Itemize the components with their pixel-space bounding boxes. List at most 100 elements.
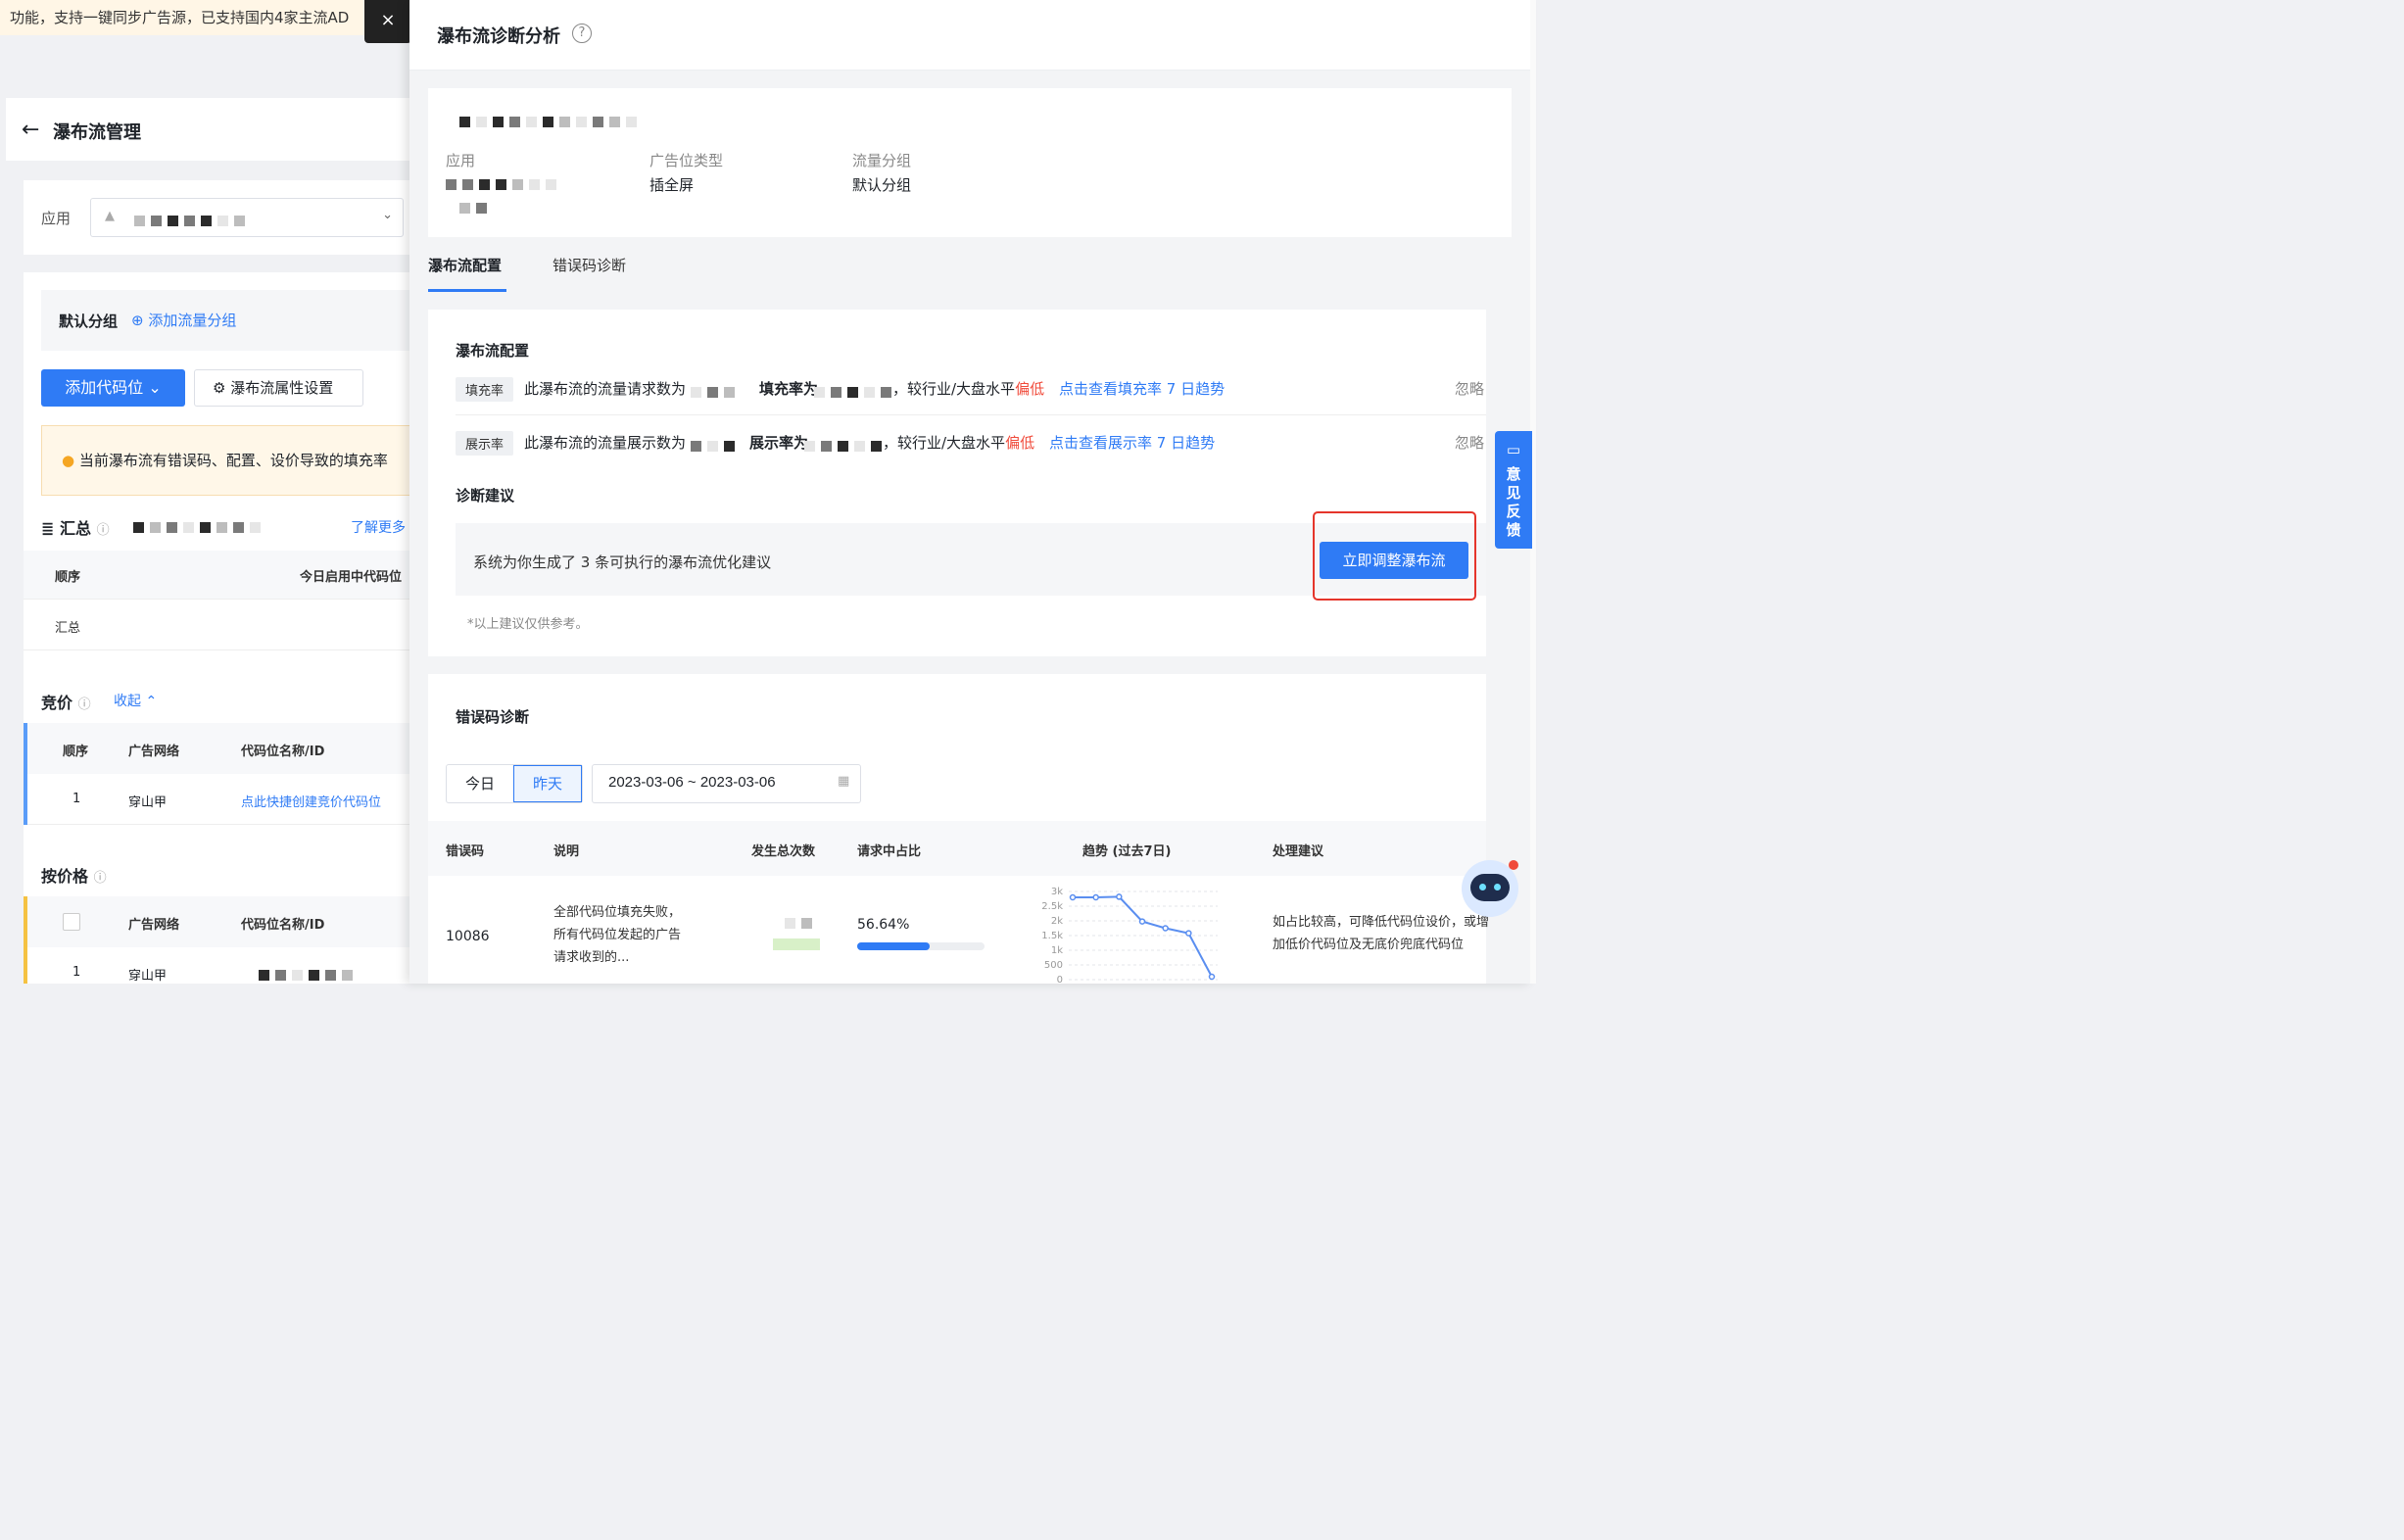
pricing-label: 按价格 <box>41 867 89 886</box>
bidding-table-header: 顺序 广告网络 代码位名称/ID <box>27 723 411 774</box>
warning-alert: ● 当前瀑布流有错误码、配置、设价导致的填充率 <box>41 425 411 496</box>
create-bidding-code-link[interactable]: 点此快捷创建竞价代码位 <box>241 792 381 810</box>
banner-close-button[interactable]: × <box>364 0 411 43</box>
fill-compare-text: ，较行业/大盘水平偏低 <box>892 378 1044 399</box>
fill-request-text: 此瀑布流的流量请求数为 <box>524 380 687 398</box>
waterfall-info-card: 应用 广告位类型 插全屏 流量分组 默认分组 <box>428 88 1512 237</box>
fill-rate-row: 填充率 此瀑布流的流量请求数为 填充率为 ，较行业/大盘水平偏低 点击查看填充率… <box>456 374 1486 415</box>
table-row: 10086 全部代码位填充失败，所有代码位发起的广告请求收到的... 56.64… <box>428 876 1489 984</box>
trend-point <box>1116 893 1123 900</box>
help-icon[interactable]: ⓘ <box>94 871 107 886</box>
error-code: 10086 <box>446 929 490 944</box>
redacted-app-id <box>459 200 493 216</box>
help-icon[interactable]: ? <box>572 24 592 43</box>
waterfall-settings-button[interactable]: ⚙ 瀑布流属性设置 <box>194 369 363 407</box>
show-trend-link[interactable]: 点击查看展示率 7 日趋势 <box>1049 432 1215 453</box>
advice-title: 诊断建议 <box>456 487 515 505</box>
add-group-label: 添加流量分组 <box>148 312 237 329</box>
pricing-table: 广告网络 代码位名称/ID 1 穿山甲 <box>24 896 411 984</box>
calendar-icon: ▦ <box>838 774 850 789</box>
page-title: 瀑布流管理 <box>53 122 141 143</box>
date-range-picker[interactable]: 2023-03-06 ~ 2023-03-06 ▦ <box>592 764 861 803</box>
tab-label: 瀑布流配置 <box>428 257 503 274</box>
chevron-down-icon: ⌄ <box>382 208 393 222</box>
select-all-checkbox[interactable] <box>63 913 80 931</box>
learn-more-link[interactable]: 了解更多 <box>351 517 406 537</box>
add-group-link[interactable]: ⊕ 添加流量分组 <box>131 310 236 330</box>
drawer-title: 瀑布流诊断分析 <box>437 26 560 47</box>
redacted-app-name <box>134 213 251 228</box>
drawer-header: 瀑布流诊断分析 ? <box>409 0 1532 71</box>
database-icon: ≣ <box>41 519 55 538</box>
tab-waterfall-config[interactable]: 瀑布流配置 <box>428 253 526 292</box>
adjust-waterfall-button[interactable]: 立即调整瀑布流 <box>1320 542 1468 579</box>
waterfall-card: 默认分组 ⊕ 添加流量分组 添加代码位 ⌄ ⚙ 瀑布流属性设置 ● 当前瀑布流有… <box>24 272 411 984</box>
redacted-count <box>785 915 818 931</box>
table-row: 汇总 <box>24 600 411 650</box>
background-page: 功能，支持一键同步广告源，已支持国内4家主流AD × ← 瀑布流管理 应用 ▲ … <box>0 0 411 984</box>
info-group-value: 默认分组 <box>852 176 912 194</box>
show-rate-tag: 展示率 <box>456 431 514 456</box>
date-today-button[interactable]: 今日 <box>447 765 513 802</box>
gear-icon: ⚙ <box>213 379 226 397</box>
app-select[interactable]: ▲ ⌄ <box>90 198 404 237</box>
ratio-bar-fill <box>857 942 930 950</box>
error-card: 错误码诊断 今日 昨天 2023-03-06 ~ 2023-03-06 ▦ 错误… <box>428 674 1489 984</box>
app-selector-card: 应用 ▲ ⌄ <box>24 180 411 255</box>
show-ignore-button[interactable]: 忽略 <box>1455 432 1484 453</box>
trend-tick-label: 3k <box>1051 887 1063 897</box>
redacted-app-name <box>446 176 562 192</box>
help-icon[interactable]: ⓘ <box>97 523 110 538</box>
bidding-heading: 竞价 ⓘ <box>41 690 91 713</box>
app-label: 应用 <box>41 210 72 227</box>
col-network: 广告网络 <box>128 745 180 759</box>
col-order: 顺序 <box>63 745 89 759</box>
add-code-button[interactable]: 添加代码位 ⌄ <box>41 369 185 407</box>
info-ad-type-value: 插全屏 <box>649 176 695 194</box>
fill-rate-text: 填充率为 <box>759 380 819 398</box>
summary-table-header: 顺序 今日启用中代码位 <box>24 551 411 600</box>
error-advice: 如占比较高，可降低代码位设价，或增加低价代码位及无底价兜底代码位 <box>1273 915 1490 952</box>
trend-point <box>1092 893 1099 901</box>
trend-chart: 3k 2.5k 2k 1.5k 1k 500 0 <box>1041 887 1218 984</box>
error-title: 错误码诊断 <box>456 708 530 726</box>
fill-ignore-button[interactable]: 忽略 <box>1455 378 1484 399</box>
collapse-link[interactable]: 收起 ⌃ <box>114 691 157 710</box>
col-ratio: 请求中占比 <box>857 844 922 859</box>
feedback-button[interactable]: ▭ 意见反馈 <box>1495 431 1532 549</box>
group-bar: 默认分组 ⊕ 添加流量分组 <box>41 290 411 351</box>
redacted-summary <box>133 519 266 535</box>
help-icon[interactable]: ⓘ <box>78 698 91 712</box>
date-yesterday-button[interactable]: 昨天 <box>513 765 582 802</box>
col-code-name: 代码位名称/ID <box>241 918 325 933</box>
collapse-label: 收起 <box>114 694 141 709</box>
show-rate-text: 展示率为 <box>749 434 809 452</box>
fill-compare-label: ，较行业/大盘水平 <box>892 380 1016 398</box>
message-icon: ▭ <box>1506 441 1521 458</box>
show-compare-label: ，较行业/大盘水平 <box>883 434 1006 452</box>
col-code-name: 代码位名称/ID <box>241 745 325 759</box>
advice-text: 系统为你生成了 3 条可执行的瀑布流优化建议 <box>473 553 772 571</box>
group-label: 默认分组 <box>59 313 119 330</box>
notification-dot <box>1509 860 1518 870</box>
trend-tick-label: 0 <box>1057 975 1063 984</box>
trend-tick-label: 2k <box>1051 916 1063 927</box>
fill-rate-tag: 填充率 <box>456 377 514 402</box>
error-description: 全部代码位填充失败，所有代码位发起的广告请求收到的... <box>553 905 682 965</box>
back-arrow-icon[interactable]: ← <box>22 118 39 142</box>
error-ratio: 56.64% <box>857 917 910 933</box>
tab-label: 错误码诊断 <box>553 257 627 274</box>
trend-point <box>1162 925 1169 932</box>
chevron-down-icon: ⌄ <box>148 378 162 397</box>
pricing-heading: 按价格 ⓘ <box>41 863 107 887</box>
col-network: 广告网络 <box>128 918 180 933</box>
active-tab-indicator <box>428 289 506 292</box>
warning-icon: ● <box>62 452 75 469</box>
redacted-code-name <box>259 967 359 983</box>
assistant-robot-icon[interactable] <box>1462 860 1518 917</box>
settings-label: 瀑布流属性设置 <box>230 379 334 397</box>
diagnosis-drawer: 瀑布流诊断分析 ? 应用 广告位类型 插全屏 流量分组 默认分组 瀑布流配置 错… <box>409 0 1532 984</box>
tab-error-diagnosis[interactable]: 错误码诊断 <box>553 255 626 275</box>
date-toggle: 今日 昨天 <box>446 764 583 803</box>
fill-trend-link[interactable]: 点击查看填充率 7 日趋势 <box>1059 378 1225 399</box>
